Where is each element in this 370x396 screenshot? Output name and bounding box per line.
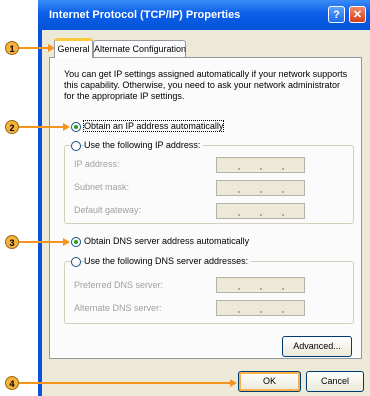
callout-3-arrow xyxy=(19,241,64,243)
alternate-dns-label: Alternate DNS server: xyxy=(74,303,162,313)
callout-1: 1 xyxy=(5,41,19,55)
alternate-dns-field[interactable] xyxy=(216,300,305,316)
callout-2-arrow xyxy=(19,126,64,128)
obtain-ip-auto-label[interactable]: Obtain an IP address automatically xyxy=(82,120,225,132)
callout-4-arrow xyxy=(19,382,231,384)
default-gateway-label: Default gateway: xyxy=(74,205,142,215)
use-following-dns-label[interactable]: Use the following DNS server addresses: xyxy=(84,256,252,266)
obtain-ip-auto-radio[interactable] xyxy=(71,122,81,132)
tab-alternate-configuration[interactable]: Alternate Configuration xyxy=(93,40,186,57)
close-button[interactable]: ✕ xyxy=(349,6,366,23)
default-gateway-field[interactable] xyxy=(216,203,305,219)
callout-1-arrow xyxy=(19,47,49,49)
ip-address-field[interactable] xyxy=(216,157,305,173)
tab-general[interactable]: General xyxy=(54,38,93,58)
advanced-button[interactable]: Advanced... xyxy=(282,336,352,357)
description-text: You can get IP settings assigned automat… xyxy=(64,69,348,101)
obtain-ip-auto-text: Obtain an IP address automatically xyxy=(82,120,225,132)
callout-2-arrowhead xyxy=(63,123,70,131)
ok-button[interactable]: OK xyxy=(238,371,301,392)
dns-server-group xyxy=(64,261,354,324)
callout-3-arrowhead xyxy=(63,238,70,246)
callout-3: 3 xyxy=(5,235,19,249)
preferred-dns-field[interactable] xyxy=(216,277,305,293)
obtain-dns-auto-label[interactable]: Obtain DNS server address automatically xyxy=(84,236,249,246)
callout-4: 4 xyxy=(5,376,19,390)
subnet-mask-field[interactable] xyxy=(216,180,305,196)
callout-4-arrowhead xyxy=(230,379,237,387)
use-following-ip-radio[interactable] xyxy=(71,141,81,151)
use-following-ip-label[interactable]: Use the following IP address: xyxy=(84,140,204,150)
use-following-dns-radio[interactable] xyxy=(71,257,81,267)
cancel-button[interactable]: Cancel xyxy=(306,371,364,392)
callout-2: 2 xyxy=(5,120,19,134)
ip-address-label: IP address: xyxy=(74,159,120,169)
window-title: Internet Protocol (TCP/IP) Properties xyxy=(49,9,241,21)
preferred-dns-label: Preferred DNS server: xyxy=(74,280,164,290)
help-button[interactable]: ? xyxy=(328,6,345,23)
subnet-mask-label: Subnet mask: xyxy=(74,182,130,192)
obtain-dns-auto-radio[interactable] xyxy=(71,237,81,247)
